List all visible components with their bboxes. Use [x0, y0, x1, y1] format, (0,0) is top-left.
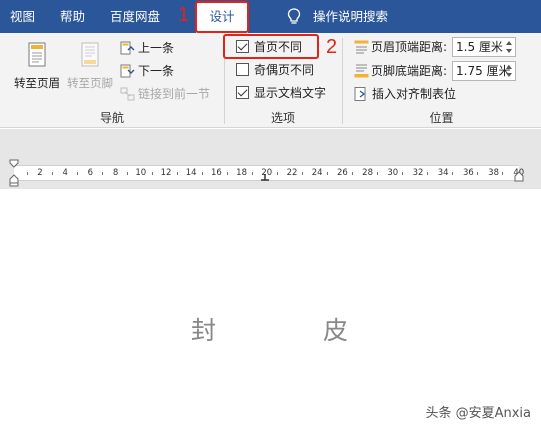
previous-section-label: 上一条 — [138, 41, 175, 55]
ruler-number: 14 — [185, 168, 197, 178]
right-indent-marker-icon[interactable] — [514, 170, 524, 182]
header-top-distance-row: 页眉顶端距离: 1.5 厘米 — [354, 37, 534, 57]
ruler-number: 38 — [488, 168, 500, 178]
ruler-number: 8 — [112, 168, 119, 178]
ruler-tick — [477, 172, 478, 175]
ruler-tick — [27, 172, 28, 175]
show-document-text-checkbox[interactable]: 显示文档文字 — [236, 84, 326, 102]
goto-footer-icon — [81, 42, 99, 67]
ruler-tick — [52, 172, 53, 175]
ruler-tick — [402, 172, 403, 175]
checkbox-checked-icon — [236, 86, 249, 99]
goto-header-icon — [28, 42, 46, 67]
ruler-number: 16 — [210, 168, 222, 178]
goto-footer-button[interactable]: 转至页脚 — [62, 40, 118, 102]
next-section-icon — [120, 64, 135, 78]
tell-me-search[interactable]: 操作说明搜索 — [313, 0, 388, 33]
ruler-number: 32 — [412, 168, 424, 178]
ruler-tick — [277, 172, 278, 175]
ruler-tick — [102, 172, 103, 175]
lightbulb-icon — [287, 8, 301, 24]
ruler-number: 34 — [437, 168, 449, 178]
ruler-number: 4 — [62, 168, 68, 178]
ruler-tick — [452, 172, 453, 175]
ruler-number: 18 — [236, 168, 248, 178]
ruler-tick — [377, 172, 378, 175]
link-chain-icon — [120, 87, 135, 101]
previous-section-button[interactable]: 上一条 — [120, 38, 174, 58]
ruler-tick — [302, 172, 303, 175]
ruler-tick — [252, 172, 253, 175]
goto-header-label: 转至页眉 — [14, 76, 60, 90]
link-to-previous-label: 链接到前一节 — [138, 87, 211, 101]
insert-alignment-tab-label: 插入对齐制表位 — [372, 87, 457, 101]
ruler-tick — [227, 172, 228, 175]
document-page[interactable] — [0, 189, 541, 431]
step1-highlight-box — [195, 1, 249, 33]
header-top-distance-spinner[interactable]: 1.5 厘米 — [452, 37, 516, 57]
ruler-number: 12 — [160, 168, 172, 178]
spinner-arrows-icon[interactable] — [503, 38, 515, 56]
ruler-tick — [202, 172, 203, 175]
indent-marker-icon[interactable] — [9, 159, 19, 187]
checkbox-unchecked-icon — [236, 63, 249, 76]
odd-even-different-label: 奇偶页不同 — [254, 63, 315, 77]
goto-footer-label: 转至页脚 — [67, 76, 113, 90]
group-label-options: 选项 — [270, 111, 295, 125]
tab-view[interactable]: 视图 — [10, 0, 35, 33]
ruler-tick — [127, 172, 128, 175]
next-section-label: 下一条 — [138, 64, 175, 78]
footer-bottom-distance-spinner[interactable]: 1.75 厘米 — [452, 61, 516, 81]
previous-section-icon — [120, 41, 135, 55]
alignment-tab-icon — [354, 87, 366, 101]
ruler-number: 30 — [387, 168, 399, 178]
link-to-previous-button[interactable]: 链接到前一节 — [120, 84, 210, 104]
ruler-number: 22 — [286, 168, 298, 178]
header-distance-icon — [354, 40, 369, 54]
ruler-number: 36 — [462, 168, 474, 178]
ruler-tick — [177, 172, 178, 175]
header-top-distance-value: 1.5 厘米 — [456, 40, 503, 54]
ruler-number: 2 — [37, 168, 43, 178]
ribbon-tab-bar: 视图 帮助 百度网盘 设计 操作说明搜索 — [0, 0, 541, 33]
ruler-number: 28 — [362, 168, 374, 178]
ruler-tick — [152, 172, 153, 175]
document-char-1: 封 — [191, 316, 217, 345]
next-section-button[interactable]: 下一条 — [120, 61, 174, 81]
step2-highlight-box — [223, 34, 319, 59]
ruler-tick — [327, 172, 328, 175]
goto-header-button[interactable]: 转至页眉 — [9, 40, 65, 102]
footer-bottom-distance-row: 页脚底端距离: 1.75 厘米 — [354, 61, 534, 81]
center-tab-marker-icon[interactable] — [260, 172, 270, 182]
tab-help[interactable]: 帮助 — [60, 0, 85, 33]
group-label-position: 位置 — [429, 111, 454, 125]
header-top-distance-label: 页眉顶端距离: — [371, 40, 448, 54]
show-document-text-label: 显示文档文字 — [254, 86, 327, 100]
odd-even-different-checkbox[interactable]: 奇偶页不同 — [236, 61, 314, 79]
ruler-tick — [427, 172, 428, 175]
ruler-number: 24 — [311, 168, 323, 178]
ruler-tick — [352, 172, 353, 175]
footer-distance-icon — [354, 64, 369, 78]
footer-bottom-distance-label: 页脚底端距离: — [371, 64, 448, 78]
ruler-number: 26 — [336, 168, 348, 178]
insert-alignment-tab-button[interactable]: 插入对齐制表位 — [354, 84, 456, 104]
ruler-number: 6 — [87, 168, 94, 178]
watermark-text: 头条 @安夏Anxia — [425, 406, 531, 421]
tab-baidu-netdisk[interactable]: 百度网盘 — [110, 0, 160, 33]
ruler-number: 10 — [135, 168, 147, 178]
document-char-2: 皮 — [323, 316, 349, 345]
step2-number: 2 — [326, 36, 338, 58]
step1-number: 1 — [178, 4, 190, 26]
ruler-tick — [77, 172, 78, 175]
spinner-arrows-icon[interactable] — [503, 62, 515, 80]
ruler-tick — [502, 172, 503, 175]
group-label-navigation: 导航 — [99, 111, 124, 125]
